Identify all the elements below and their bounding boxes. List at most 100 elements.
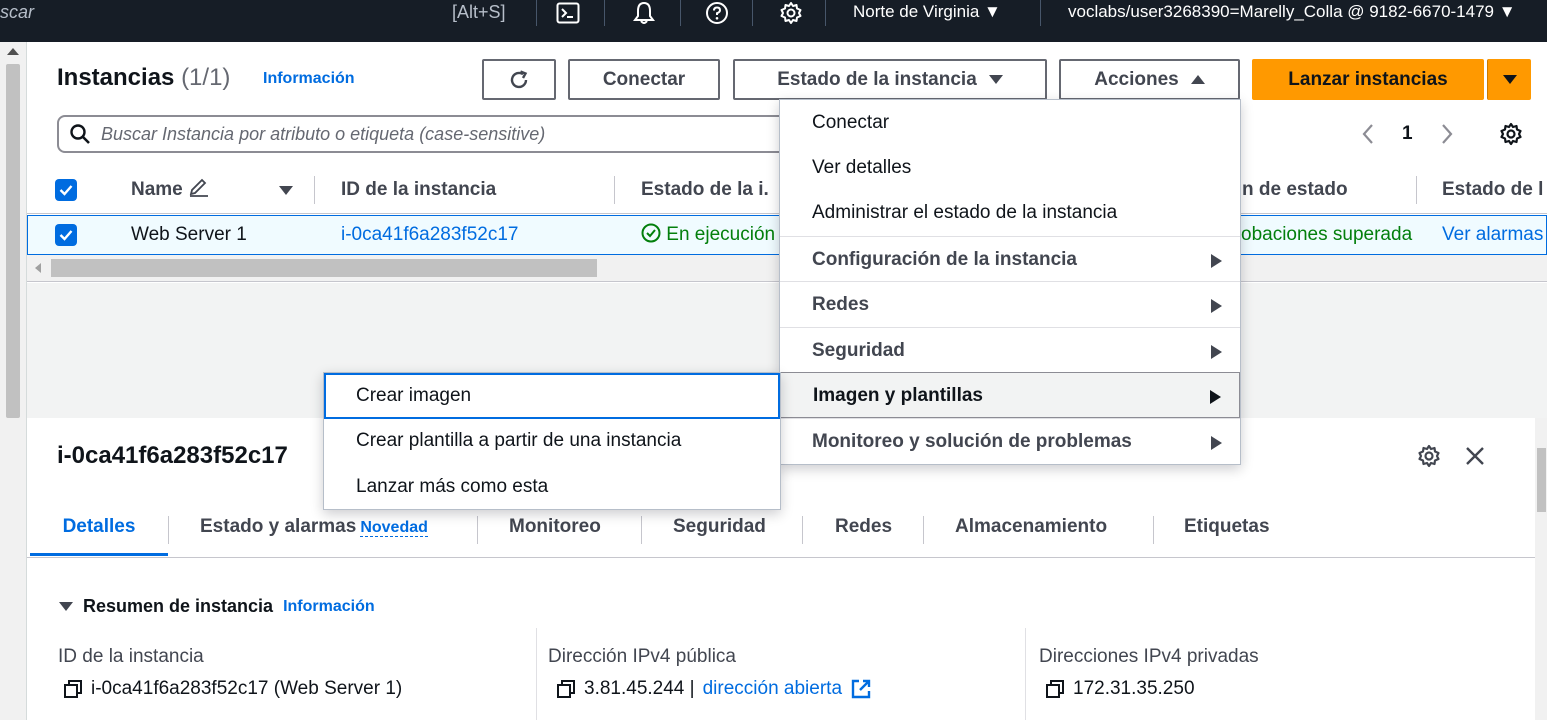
menu-group-monitor-troubleshoot[interactable]: Monitoreo y solución de problemas (780, 418, 1240, 464)
table-settings-button[interactable] (1499, 118, 1523, 150)
scrollbar-thumb[interactable] (51, 259, 597, 277)
menu-item-view-details[interactable]: Ver detalles (780, 145, 1240, 191)
details-scrollbar[interactable] (1535, 418, 1547, 720)
tab-security[interactable]: Seguridad (673, 504, 766, 556)
column-header-instance-state[interactable]: Estado de la i. (641, 166, 769, 214)
copy-icon[interactable] (63, 679, 83, 699)
launch-instances-label: Lanzar instancias (1288, 68, 1448, 90)
gear-icon[interactable] (1417, 444, 1441, 468)
copy-icon[interactable] (1045, 679, 1065, 699)
chevron-left-icon[interactable] (1360, 122, 1376, 146)
view-alarms-link[interactable]: Ver alarmas (1442, 216, 1543, 254)
menu-item-launch-more-like-this[interactable]: Lanzar más como esta (324, 464, 780, 510)
help-icon[interactable] (703, 0, 731, 26)
instance-id-link[interactable]: i-0ca41f6a283f52c17 (341, 216, 518, 254)
menu-item-create-image[interactable]: Crear imagen (324, 373, 780, 419)
divider (1040, 0, 1041, 26)
launch-instances-button[interactable]: Lanzar instancias (1252, 59, 1484, 100)
check-icon (59, 185, 73, 196)
connect-button[interactable]: Conectar (568, 59, 720, 100)
tab-details[interactable]: Detalles (30, 504, 168, 556)
copy-icon[interactable] (556, 679, 576, 699)
scroll-left-arrow-icon[interactable] (35, 263, 41, 273)
tab-monitoring[interactable]: Monitoreo (509, 504, 601, 556)
select-all-checkbox[interactable] (55, 179, 77, 201)
chevron-right-icon[interactable] (1439, 122, 1455, 146)
instance-search-input[interactable]: Buscar Instancia por atributo o etiqueta… (57, 115, 797, 153)
open-address-link[interactable]: dirección abierta (703, 678, 842, 700)
gear-icon[interactable] (777, 0, 805, 26)
instance-state-label: Estado de la instancia (777, 68, 977, 90)
info-link[interactable]: Información (283, 598, 375, 616)
caret-right-icon (1211, 254, 1222, 268)
info-link[interactable]: Información (263, 70, 355, 88)
menu-item-connect[interactable]: Conectar (780, 100, 1240, 146)
field-value-public-ip: 3.81.45.244 | dirección abierta (556, 678, 872, 700)
divider (680, 0, 681, 26)
page-scrollbar[interactable] (0, 42, 27, 720)
column-divider (314, 176, 315, 204)
scroll-up-arrow-icon[interactable] (7, 48, 19, 55)
menu-group-instance-settings[interactable]: Configuración de la instancia (780, 236, 1240, 282)
actions-button-label: Acciones (1094, 68, 1179, 90)
column-header-alarm-status[interactable]: Estado de l (1442, 166, 1543, 214)
refresh-icon (510, 69, 528, 88)
caret-down-icon (1502, 75, 1517, 84)
status-check-value: obaciones superada (1241, 224, 1413, 245)
external-link-icon[interactable] (850, 678, 872, 700)
region-selector[interactable]: Norte de Virginia ▼ (853, 0, 1001, 24)
menu-group-security[interactable]: Seguridad (780, 327, 1240, 373)
caret-down-icon (988, 75, 1003, 84)
field-label-public-ip: Dirección IPv4 pública (548, 646, 736, 667)
refresh-button[interactable] (482, 59, 556, 100)
sort-caret-icon[interactable] (279, 186, 293, 195)
instance-state-button[interactable]: Estado de la instancia (733, 59, 1047, 100)
menu-group-networking[interactable]: Redes (780, 281, 1240, 327)
tab-storage[interactable]: Almacenamiento (955, 504, 1107, 556)
tab-divider (477, 516, 478, 544)
divider (752, 0, 753, 26)
column-divider (614, 176, 615, 204)
instance-summary-header[interactable]: Resumen de instancia Información (59, 596, 375, 617)
search-shortcut-hint: [Alt+S] (452, 2, 506, 22)
column-header-instance-id[interactable]: ID de la instancia (341, 166, 496, 214)
column-header-name[interactable]: Name (131, 166, 210, 214)
check-icon (59, 230, 73, 241)
actions-dropdown-menu: Conectar Ver detalles Administrar el est… (779, 99, 1241, 465)
column-divider (1025, 628, 1026, 720)
scrollbar-thumb[interactable] (1537, 448, 1546, 512)
column-divider (1416, 176, 1417, 204)
divider (536, 0, 537, 26)
menu-group-image-templates[interactable]: Imagen y plantillas (780, 372, 1240, 418)
divider (825, 0, 826, 26)
image-templates-submenu: Crear imagen Crear plantilla a partir de… (323, 372, 781, 510)
launch-dropdown-button[interactable] (1487, 59, 1531, 100)
global-search-input[interactable]: scar (0, 0, 34, 24)
bell-icon[interactable] (630, 0, 658, 26)
column-header-status-check[interactable]: n de estado (1242, 166, 1348, 214)
scrollbar-thumb[interactable] (6, 64, 20, 418)
tab-tags[interactable]: Etiquetas (1184, 504, 1270, 556)
caret-right-icon (1210, 390, 1221, 404)
tab-networking[interactable]: Redes (835, 504, 892, 556)
row-checkbox[interactable] (55, 224, 77, 246)
cloudshell-icon[interactable] (554, 0, 582, 26)
column-divider (536, 628, 537, 720)
check-circle-icon (641, 223, 661, 243)
menu-item-create-template[interactable]: Crear plantilla a partir de una instanci… (324, 418, 780, 464)
tab-status-alarms[interactable]: Estado y alarmas Novedad (200, 504, 428, 556)
instance-name: Web Server 1 (131, 224, 247, 245)
field-value-private-ip: 172.31.35.250 (1045, 678, 1195, 700)
page-number[interactable]: 1 (1402, 123, 1413, 145)
top-navigation-bar: scar [Alt+S] Norte de Virginia ▼ voclabs… (0, 0, 1547, 42)
instance-state-status: En ejecución (641, 216, 775, 254)
menu-item-manage-instance-state[interactable]: Administrar el estado de la instancia (780, 190, 1240, 236)
search-icon (70, 124, 90, 144)
close-icon[interactable] (1463, 444, 1487, 468)
divider (604, 0, 605, 26)
caret-up-icon (1190, 75, 1205, 84)
field-label-instance-id: ID de la instancia (58, 646, 204, 667)
tab-divider (1153, 516, 1154, 544)
account-menu[interactable]: voclabs/user3268390=Marelly_Colla @ 9182… (1068, 0, 1516, 24)
actions-button[interactable]: Acciones (1059, 59, 1240, 100)
